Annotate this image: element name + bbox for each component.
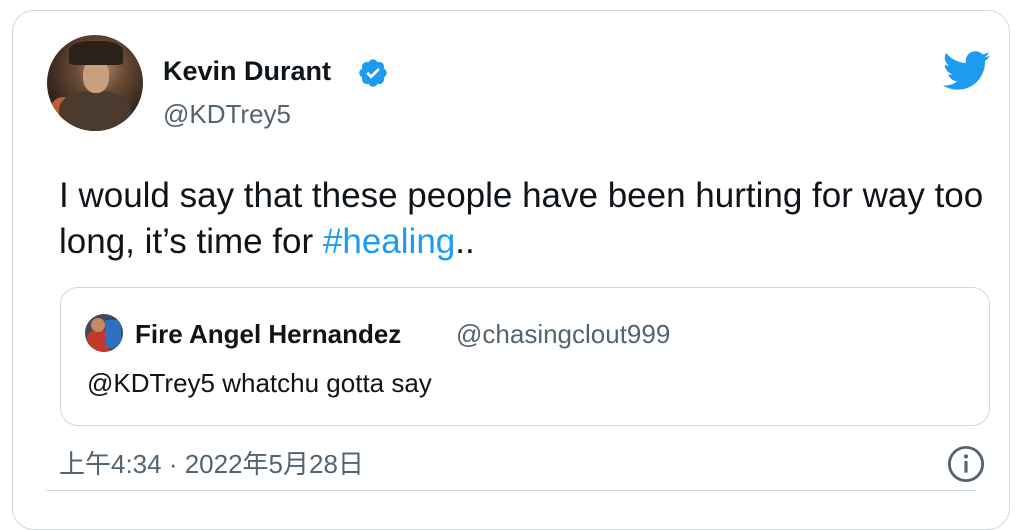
author-avatar[interactable] [47, 35, 143, 131]
author-handle[interactable]: @KDTrey5 [163, 101, 291, 127]
tweet-text: I would say that these people have been … [59, 173, 989, 265]
tweet-text-body: I would say that these people have been … [59, 176, 984, 261]
quoted-tweet-text: @KDTrey5 whatchu gotta say [87, 368, 432, 398]
quoted-author-handle[interactable]: @chasingclout999 [456, 321, 670, 347]
verified-badge-icon [359, 59, 387, 87]
quoted-tweet[interactable]: Fire Angel Hernandez @chasingclout999 @K… [60, 287, 990, 426]
tweet-text-suffix: .. [455, 222, 475, 261]
quoted-author-avatar[interactable] [85, 314, 123, 352]
divider [46, 490, 976, 491]
tweet-card: Kevin Durant @KDTrey5 I would say that t… [12, 10, 1010, 530]
author-name[interactable]: Kevin Durant [163, 58, 331, 85]
tweet-timestamp[interactable]: 上午4:34 · 2022年5月28日 [59, 451, 364, 477]
hashtag-link[interactable]: #healing [323, 222, 455, 261]
quoted-author-name[interactable]: Fire Angel Hernandez [135, 321, 401, 347]
twitter-bird-icon[interactable] [943, 51, 991, 91]
info-icon[interactable] [947, 445, 985, 483]
